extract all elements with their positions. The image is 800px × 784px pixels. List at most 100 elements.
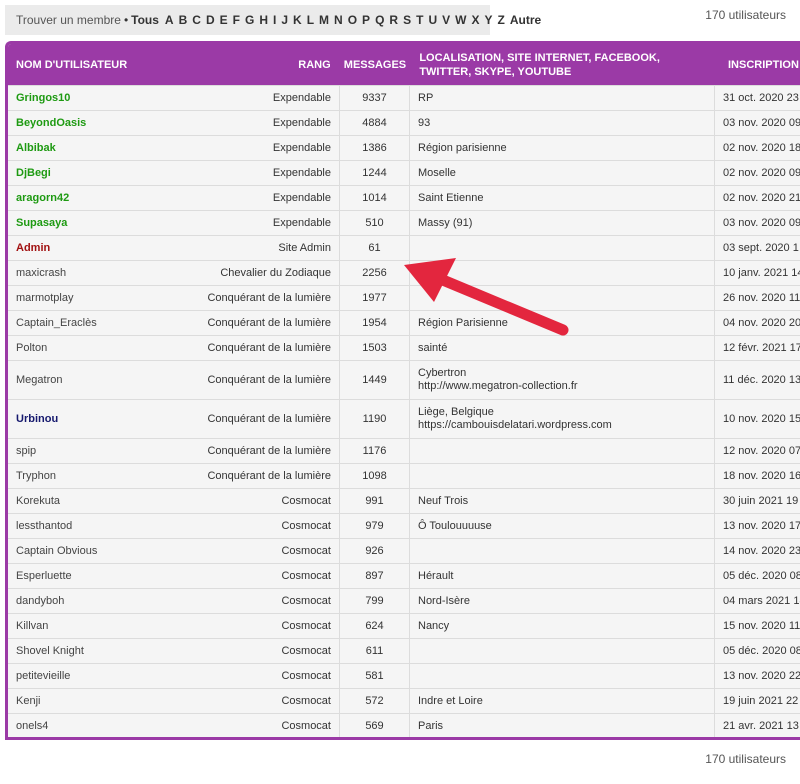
cell-username: Esperluette [8, 564, 168, 588]
filter-letter-t[interactable]: T [416, 13, 423, 27]
table-row: Supasaya Expendable 510 Massy (91) 03 nov. 2… [8, 210, 800, 235]
cell-username: Captain_Eraclès [8, 311, 168, 335]
username-link[interactable]: Urbinou [16, 413, 58, 425]
filter-all-link[interactable]: Tous [131, 13, 159, 27]
cell-rank: Cosmocat [168, 564, 340, 588]
table-row: Killvan Cosmocat 624 Nancy 15 nov. 2020 11 [8, 613, 800, 638]
username-link[interactable]: Kenji [16, 695, 40, 707]
filter-letter-u[interactable]: U [428, 13, 437, 27]
location-line-1: Liège, Belgique [418, 406, 494, 418]
cell-messages: 1977 [340, 286, 410, 310]
location-line-1: Massy (91) [418, 216, 473, 229]
filter-letter-l[interactable]: L [307, 13, 314, 27]
location-line-1: Paris [418, 719, 444, 732]
cell-registration-date: 12 févr. 2021 17 [723, 342, 800, 354]
filter-letter-o[interactable]: O [348, 13, 357, 27]
filter-letter-s[interactable]: S [403, 13, 411, 27]
header-location[interactable]: LOCALISATION, SITE INTERNET, FACEBOOK, T… [411, 44, 720, 85]
filter-letter-w[interactable]: W [455, 13, 466, 27]
username-link[interactable]: petitevieille [16, 670, 70, 682]
filter-letter-b[interactable]: B [179, 13, 188, 27]
cell-rank: Chevalier du Zodiaque [168, 261, 340, 285]
header-registration[interactable]: INSCRIPTION [720, 44, 800, 85]
cell-location [410, 639, 715, 663]
cell-registration-date: 13 nov. 2020 17 [723, 520, 800, 532]
location-line-1: Ô Toulouuuuse [418, 519, 492, 532]
filter-letter-z[interactable]: Z [497, 13, 504, 27]
filter-letter-g[interactable]: G [245, 13, 254, 27]
cell-location: Massy (91) [410, 211, 715, 235]
username-link[interactable]: onels4 [16, 720, 48, 732]
cell-location: Nancy [410, 614, 715, 638]
table-row: Tryphon Conquérant de la lumière 1098 18 no… [8, 463, 800, 488]
filter-letter-j[interactable]: J [281, 13, 288, 27]
username-link[interactable]: Tryphon [16, 470, 56, 482]
username-link[interactable]: Polton [16, 342, 47, 354]
header-rank[interactable]: RANG [179, 44, 338, 85]
filter-letter-q[interactable]: Q [375, 13, 384, 27]
cell-location: Indre et Loire [410, 689, 715, 713]
location-line-1: Région parisienne [418, 141, 507, 154]
cell-location: Cybertron http://www.megatron-collection.… [410, 361, 715, 399]
filter-letter-c[interactable]: C [192, 13, 201, 27]
filter-letter-e[interactable]: E [220, 13, 228, 27]
username-link[interactable]: Korekuta [16, 495, 60, 507]
filter-letter-f[interactable]: F [233, 13, 240, 27]
cell-messages: 572 [340, 689, 410, 713]
cell-messages: 581 [340, 664, 410, 688]
username-link[interactable]: maxicrash [16, 267, 66, 279]
username-link[interactable]: Captain_Eraclès [16, 317, 97, 329]
cell-messages: 61 [340, 236, 410, 260]
username-link[interactable]: Killvan [16, 620, 48, 632]
username-link[interactable]: Admin [16, 242, 50, 254]
cell-location: Saint Etienne [410, 186, 715, 210]
filter-letter-k[interactable]: K [293, 13, 302, 27]
cell-username: spip [8, 439, 168, 463]
header-username[interactable]: NOM D'UTILISATEUR [8, 44, 179, 85]
username-link[interactable]: Shovel Knight [16, 645, 84, 657]
table-row: petitevieille Cosmocat 581 13 nov. 2020 22 [8, 663, 800, 688]
username-link[interactable]: marmotplay [16, 292, 73, 304]
cell-messages: 1190 [340, 400, 410, 438]
filter-other-link[interactable]: Autre [510, 13, 541, 27]
cell-username: lessthantod [8, 514, 168, 538]
username-link[interactable]: DjBegi [16, 167, 51, 179]
filter-letter-m[interactable]: M [319, 13, 329, 27]
filter-letter-x[interactable]: X [471, 13, 479, 27]
cell-rank: Cosmocat [168, 589, 340, 613]
username-link[interactable]: dandyboh [16, 595, 64, 607]
filter-letter-v[interactable]: V [442, 13, 450, 27]
location-line-1: Moselle [418, 166, 456, 179]
cell-username: maxicrash [8, 261, 168, 285]
cell-location: Ô Toulouuuuse [410, 514, 715, 538]
cell-rank: Cosmocat [168, 664, 340, 688]
cell-username: Urbinou [8, 400, 168, 438]
username-link[interactable]: Albibak [16, 142, 56, 154]
cell-username: Captain Obvious [8, 539, 168, 563]
filter-letter-a[interactable]: A [165, 13, 174, 27]
username-link[interactable]: BeyondOasis [16, 117, 86, 129]
username-link[interactable]: Gringos10 [16, 92, 70, 104]
username-link[interactable]: Megatron [16, 374, 62, 386]
username-link[interactable]: Captain Obvious [16, 545, 97, 557]
username-link[interactable]: aragorn42 [16, 192, 69, 204]
cell-username: Kenji [8, 689, 168, 713]
username-link[interactable]: Esperluette [16, 570, 72, 582]
letter-filter-list: ABCDEFGHIJKLMNOPQRSTUVWXYZ [165, 13, 510, 27]
cell-location: Hérault [410, 564, 715, 588]
filter-letter-h[interactable]: H [259, 13, 268, 27]
username-link[interactable]: spip [16, 445, 36, 457]
cell-username: Korekuta [8, 489, 168, 513]
filter-letter-n[interactable]: N [334, 13, 343, 27]
filter-letter-p[interactable]: P [362, 13, 370, 27]
filter-letter-y[interactable]: Y [484, 13, 492, 27]
filter-letter-i[interactable]: I [273, 13, 276, 27]
cell-registration-date: 02 nov. 2020 18 [723, 142, 800, 154]
cell-registration-date: 14 nov. 2020 23 [723, 545, 800, 557]
cell-rank: Expendable [168, 211, 340, 235]
username-link[interactable]: lessthantod [16, 520, 72, 532]
header-messages[interactable]: MESSAGES [339, 44, 412, 85]
username-link[interactable]: Supasaya [16, 217, 67, 229]
filter-letter-r[interactable]: R [389, 13, 398, 27]
filter-letter-d[interactable]: D [206, 13, 215, 27]
